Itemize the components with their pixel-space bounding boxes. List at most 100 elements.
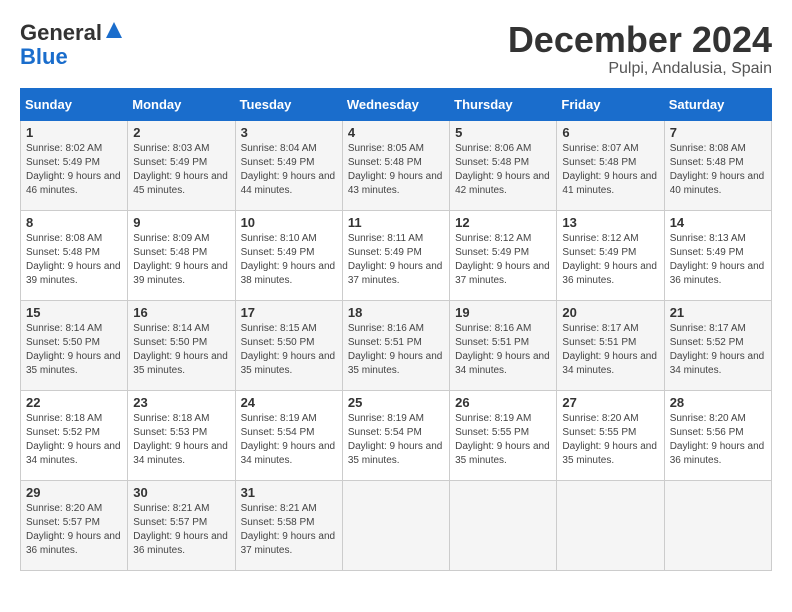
cell-content: Sunrise: 8:14 AMSunset: 5:50 PMDaylight:… [133,322,229,378]
location: Pulpi, Andalusia, Spain [508,60,772,78]
day-number: 3 [241,125,337,140]
calendar-cell: 31 Sunrise: 8:21 AMSunset: 5:58 PMDayligh… [235,480,342,570]
day-number: 24 [241,395,337,410]
header-thursday: Thursday [450,88,557,120]
logo-icon [104,20,124,40]
calendar-header-row: Sunday Monday Tuesday Wednesday Thursday… [21,88,772,120]
day-number: 12 [455,215,551,230]
logo-blue-text: Blue [20,44,68,69]
logo: General Blue [20,20,124,69]
calendar-cell: 13 Sunrise: 8:12 AMSunset: 5:49 PMDayligh… [557,210,664,300]
calendar-cell: 21Sunrise: 8:17 AMSunset: 5:52 PMDayligh… [664,300,771,390]
day-number: 10 [241,215,337,230]
cell-content: Sunrise: 8:18 AMSunset: 5:52 PMDaylight:… [26,412,122,468]
cell-content: Sunrise: 8:03 AMSunset: 5:49 PMDaylight:… [133,142,229,198]
cell-content: Sunrise: 8:20 AMSunset: 5:57 PMDaylight:… [26,502,122,558]
header-sunday: Sunday [21,88,128,120]
calendar-row: 29 Sunrise: 8:20 AMSunset: 5:57 PMDayligh… [21,480,772,570]
cell-content: Sunrise: 8:16 AMSunset: 5:51 PMDaylight:… [455,322,551,378]
cell-content: Sunrise: 8:05 AMSunset: 5:48 PMDaylight:… [348,142,444,198]
calendar-cell: 1 Sunrise: 8:02 AMSunset: 5:49 PMDaylight… [21,120,128,210]
cell-content: Sunrise: 8:11 AMSunset: 5:49 PMDaylight:… [348,232,444,288]
cell-content: Sunrise: 8:09 AMSunset: 5:48 PMDaylight:… [133,232,229,288]
calendar-cell [664,480,771,570]
calendar-cell: 2 Sunrise: 8:03 AMSunset: 5:49 PMDaylight… [128,120,235,210]
day-number: 4 [348,125,444,140]
header-saturday: Saturday [664,88,771,120]
header-monday: Monday [128,88,235,120]
calendar-cell: 30 Sunrise: 8:21 AMSunset: 5:57 PMDayligh… [128,480,235,570]
cell-content: Sunrise: 8:19 AMSunset: 5:54 PMDaylight:… [348,412,444,468]
cell-content: Sunrise: 8:06 AMSunset: 5:48 PMDaylight:… [455,142,551,198]
cell-content: Sunrise: 8:19 AMSunset: 5:55 PMDaylight:… [455,412,551,468]
day-number: 20 [562,305,658,320]
cell-content: Sunrise: 8:16 AMSunset: 5:51 PMDaylight:… [348,322,444,378]
cell-content: Sunrise: 8:19 AMSunset: 5:54 PMDaylight:… [241,412,337,468]
calendar-cell: 4 Sunrise: 8:05 AMSunset: 5:48 PMDaylight… [342,120,449,210]
day-number: 11 [348,215,444,230]
calendar-cell: 14Sunrise: 8:13 AMSunset: 5:49 PMDayligh… [664,210,771,300]
cell-content: Sunrise: 8:14 AMSunset: 5:50 PMDaylight:… [26,322,122,378]
cell-content: Sunrise: 8:20 AMSunset: 5:56 PMDaylight:… [670,412,766,468]
calendar-cell: 7 Sunrise: 8:08 AMSunset: 5:48 PMDaylight… [664,120,771,210]
day-number: 18 [348,305,444,320]
calendar-row: 1 Sunrise: 8:02 AMSunset: 5:49 PMDaylight… [21,120,772,210]
calendar-cell: 17Sunrise: 8:15 AMSunset: 5:50 PMDayligh… [235,300,342,390]
header-tuesday: Tuesday [235,88,342,120]
day-number: 26 [455,395,551,410]
header-wednesday: Wednesday [342,88,449,120]
day-number: 31 [241,485,337,500]
day-number: 2 [133,125,229,140]
day-number: 16 [133,305,229,320]
day-number: 6 [562,125,658,140]
month-title: December 2024 [508,20,772,60]
day-number: 22 [26,395,122,410]
calendar-cell: 26 Sunrise: 8:19 AMSunset: 5:55 PMDayligh… [450,390,557,480]
day-number: 13 [562,215,658,230]
calendar-body: 1 Sunrise: 8:02 AMSunset: 5:49 PMDaylight… [21,120,772,570]
calendar-cell: 25 Sunrise: 8:19 AMSunset: 5:54 PMDayligh… [342,390,449,480]
day-number: 8 [26,215,122,230]
header-friday: Friday [557,88,664,120]
calendar-table: Sunday Monday Tuesday Wednesday Thursday… [20,88,772,571]
calendar-cell: 24 Sunrise: 8:19 AMSunset: 5:54 PMDayligh… [235,390,342,480]
calendar-cell: 3 Sunrise: 8:04 AMSunset: 5:49 PMDaylight… [235,120,342,210]
calendar-cell: 29 Sunrise: 8:20 AMSunset: 5:57 PMDayligh… [21,480,128,570]
calendar-row: 15Sunrise: 8:14 AMSunset: 5:50 PMDayligh… [21,300,772,390]
cell-content: Sunrise: 8:21 AMSunset: 5:58 PMDaylight:… [241,502,337,558]
day-number: 5 [455,125,551,140]
day-number: 7 [670,125,766,140]
cell-content: Sunrise: 8:10 AMSunset: 5:49 PMDaylight:… [241,232,337,288]
cell-content: Sunrise: 8:12 AMSunset: 5:49 PMDaylight:… [562,232,658,288]
calendar-cell: 19Sunrise: 8:16 AMSunset: 5:51 PMDayligh… [450,300,557,390]
day-number: 27 [562,395,658,410]
day-number: 1 [26,125,122,140]
calendar-cell: 10 Sunrise: 8:10 AMSunset: 5:49 PMDayligh… [235,210,342,300]
cell-content: Sunrise: 8:08 AMSunset: 5:48 PMDaylight:… [26,232,122,288]
cell-content: Sunrise: 8:21 AMSunset: 5:57 PMDaylight:… [133,502,229,558]
calendar-cell: 11 Sunrise: 8:11 AMSunset: 5:49 PMDayligh… [342,210,449,300]
cell-content: Sunrise: 8:02 AMSunset: 5:49 PMDaylight:… [26,142,122,198]
cell-content: Sunrise: 8:08 AMSunset: 5:48 PMDaylight:… [670,142,766,198]
cell-content: Sunrise: 8:04 AMSunset: 5:49 PMDaylight:… [241,142,337,198]
cell-content: Sunrise: 8:17 AMSunset: 5:52 PMDaylight:… [670,322,766,378]
cell-content: Sunrise: 8:20 AMSunset: 5:55 PMDaylight:… [562,412,658,468]
calendar-row: 22 Sunrise: 8:18 AMSunset: 5:52 PMDayligh… [21,390,772,480]
cell-content: Sunrise: 8:13 AMSunset: 5:49 PMDaylight:… [670,232,766,288]
calendar-cell: 5 Sunrise: 8:06 AMSunset: 5:48 PMDaylight… [450,120,557,210]
calendar-cell: 20 Sunrise: 8:17 AMSunset: 5:51 PMDayligh… [557,300,664,390]
calendar-cell: 18 Sunrise: 8:16 AMSunset: 5:51 PMDayligh… [342,300,449,390]
day-number: 29 [26,485,122,500]
calendar-cell [557,480,664,570]
day-number: 17 [241,305,337,320]
day-number: 30 [133,485,229,500]
calendar-row: 8 Sunrise: 8:08 AMSunset: 5:48 PMDaylight… [21,210,772,300]
calendar-cell: 27 Sunrise: 8:20 AMSunset: 5:55 PMDayligh… [557,390,664,480]
cell-content: Sunrise: 8:18 AMSunset: 5:53 PMDaylight:… [133,412,229,468]
day-number: 25 [348,395,444,410]
title-block: December 2024 Pulpi, Andalusia, Spain [508,20,772,78]
cell-content: Sunrise: 8:17 AMSunset: 5:51 PMDaylight:… [562,322,658,378]
calendar-cell [342,480,449,570]
calendar-cell: 16 Sunrise: 8:14 AMSunset: 5:50 PMDayligh… [128,300,235,390]
calendar-cell: 22 Sunrise: 8:18 AMSunset: 5:52 PMDayligh… [21,390,128,480]
